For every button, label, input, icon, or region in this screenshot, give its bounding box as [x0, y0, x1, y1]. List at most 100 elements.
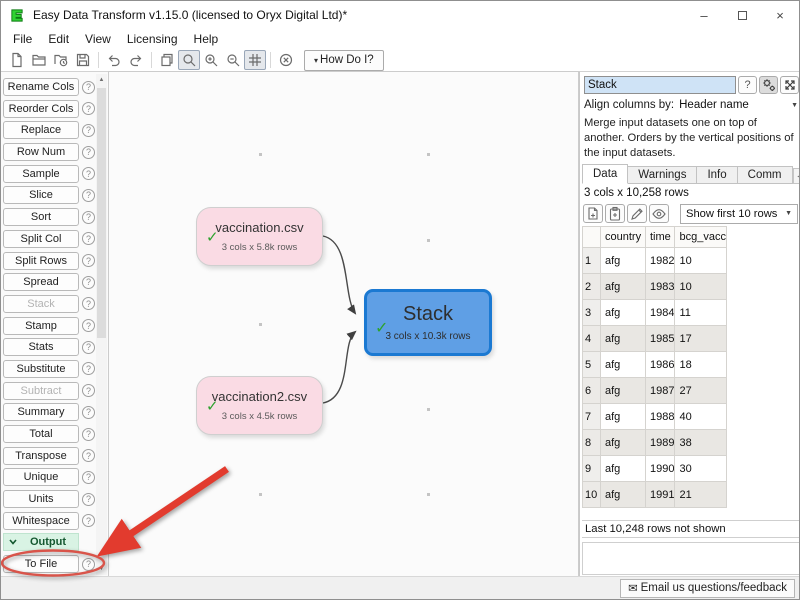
scrollbar-thumb[interactable]: [97, 88, 106, 338]
country-cell[interactable]: afg: [601, 456, 646, 482]
inspector-tab[interactable]: Info: [697, 166, 737, 184]
help-icon[interactable]: ?: [82, 428, 95, 441]
transform-button[interactable]: Split Col: [3, 230, 79, 248]
show-rows-dropdown[interactable]: Show first 10 rows ▼: [680, 204, 798, 224]
country-cell[interactable]: afg: [601, 326, 646, 352]
table-row[interactable]: 5 afg 1986 18: [583, 352, 727, 378]
transform-button[interactable]: Total: [3, 425, 79, 443]
country-cell[interactable]: afg: [601, 300, 646, 326]
menu-item[interactable]: File: [5, 30, 40, 48]
time-cell[interactable]: 1982: [646, 248, 675, 274]
help-icon[interactable]: ?: [82, 146, 95, 159]
zoom-out-button[interactable]: [222, 50, 244, 70]
transform-button[interactable]: Stamp: [3, 317, 79, 335]
transform-button[interactable]: Slice: [3, 186, 79, 204]
table-row[interactable]: 8 afg 1989 38: [583, 430, 727, 456]
column-header[interactable]: time: [646, 227, 675, 248]
help-icon[interactable]: ?: [82, 81, 95, 94]
menu-item[interactable]: Help: [186, 30, 227, 48]
help-icon[interactable]: ?: [82, 254, 95, 267]
search-button[interactable]: [178, 50, 200, 70]
time-cell[interactable]: 1987: [646, 378, 675, 404]
help-icon[interactable]: ?: [82, 471, 95, 484]
transform-button[interactable]: Summary: [3, 403, 79, 421]
time-cell[interactable]: 1983: [646, 274, 675, 300]
help-icon[interactable]: ?: [82, 384, 95, 397]
open-recent-button[interactable]: [50, 50, 72, 70]
save-button[interactable]: [72, 50, 94, 70]
transform-button[interactable]: Replace: [3, 121, 79, 139]
open-file-button[interactable]: [28, 50, 50, 70]
bcg-vacc-cell[interactable]: 10: [675, 274, 726, 300]
transform-button[interactable]: Stack: [3, 295, 79, 313]
time-cell[interactable]: 1985: [646, 326, 675, 352]
help-icon[interactable]: ?: [82, 297, 95, 310]
transform-button[interactable]: Stats: [3, 338, 79, 356]
help-button[interactable]: ?: [738, 76, 757, 94]
help-icon[interactable]: ?: [82, 232, 95, 245]
table-row[interactable]: 7 afg 1988 40: [583, 404, 727, 430]
tab-prev-icon[interactable]: ◀: [793, 168, 800, 184]
transform-button[interactable]: Split Rows: [3, 252, 79, 270]
bcg-vacc-cell[interactable]: 40: [675, 404, 726, 430]
node-vaccination-csv[interactable]: ✓ vaccination.csv 3 cols x 5.8k rows: [196, 207, 323, 266]
output-section-header[interactable]: Output: [3, 533, 95, 551]
bcg-vacc-cell[interactable]: 10: [675, 248, 726, 274]
inspector-tab[interactable]: Warnings: [628, 166, 697, 184]
time-cell[interactable]: 1990: [646, 456, 675, 482]
node-stack[interactable]: ✓ Stack 3 cols x 10.3k rows: [364, 289, 492, 356]
bcg-vacc-cell[interactable]: 11: [675, 300, 726, 326]
table-row[interactable]: 10 afg 1991 21: [583, 482, 727, 508]
toggle-grid-button[interactable]: [244, 50, 266, 70]
bcg-vacc-cell[interactable]: 27: [675, 378, 726, 404]
help-icon[interactable]: ?: [82, 341, 95, 354]
sidebar-scrollbar[interactable]: ▲ ▼: [96, 74, 107, 575]
help-icon[interactable]: ?: [82, 102, 95, 115]
help-icon[interactable]: ?: [82, 449, 95, 462]
help-icon[interactable]: ?: [82, 189, 95, 202]
help-icon[interactable]: ?: [82, 319, 95, 332]
duplicate-button[interactable]: [156, 50, 178, 70]
table-row[interactable]: 9 afg 1990 30: [583, 456, 727, 482]
column-header[interactable]: [583, 227, 601, 248]
transform-button[interactable]: Rename Cols: [3, 78, 79, 96]
copy-with-header-button[interactable]: [583, 204, 603, 223]
align-columns-select[interactable]: Header name: [679, 99, 791, 111]
time-cell[interactable]: 1988: [646, 404, 675, 430]
bcg-vacc-cell[interactable]: 30: [675, 456, 726, 482]
menu-item[interactable]: Licensing: [119, 30, 186, 48]
cancel-button[interactable]: [275, 50, 297, 70]
help-icon[interactable]: ?: [82, 167, 95, 180]
options-button[interactable]: [759, 76, 778, 94]
country-cell[interactable]: afg: [601, 378, 646, 404]
flow-canvas[interactable]: ✓ vaccination.csv 3 cols x 5.8k rows ✓ v…: [108, 71, 579, 578]
country-cell[interactable]: afg: [601, 430, 646, 456]
maximize-button[interactable]: [723, 1, 761, 29]
close-button[interactable]: ×: [761, 1, 799, 29]
bcg-vacc-cell[interactable]: 38: [675, 430, 726, 456]
edit-button[interactable]: [627, 204, 647, 223]
inspector-tab[interactable]: Comm: [738, 166, 793, 184]
transform-button[interactable]: Row Num: [3, 143, 79, 161]
country-cell[interactable]: afg: [601, 248, 646, 274]
how-do-i-button[interactable]: ▾ How Do I?: [304, 50, 384, 71]
expand-button[interactable]: [780, 76, 799, 94]
table-row[interactable]: 1 afg 1982 10: [583, 248, 727, 274]
scroll-down-icon[interactable]: ▼: [96, 563, 107, 575]
table-row[interactable]: 2 afg 1983 10: [583, 274, 727, 300]
transform-name-input[interactable]: [584, 76, 736, 94]
feedback-button[interactable]: ✉ Email us questions/feedback: [620, 579, 795, 598]
transform-button[interactable]: Spread: [3, 273, 79, 291]
table-row[interactable]: 4 afg 1985 17: [583, 326, 727, 352]
bcg-vacc-cell[interactable]: 21: [675, 482, 726, 508]
help-icon[interactable]: ?: [82, 211, 95, 224]
country-cell[interactable]: afg: [601, 482, 646, 508]
time-cell[interactable]: 1989: [646, 430, 675, 456]
dropdown-arrow-icon[interactable]: ▼: [791, 102, 798, 109]
time-cell[interactable]: 1991: [646, 482, 675, 508]
inspector-tab[interactable]: Data: [582, 164, 628, 184]
country-cell[interactable]: afg: [601, 404, 646, 430]
country-cell[interactable]: afg: [601, 274, 646, 300]
transform-button[interactable]: Whitespace: [3, 512, 79, 530]
minimize-button[interactable]: –: [685, 1, 723, 29]
